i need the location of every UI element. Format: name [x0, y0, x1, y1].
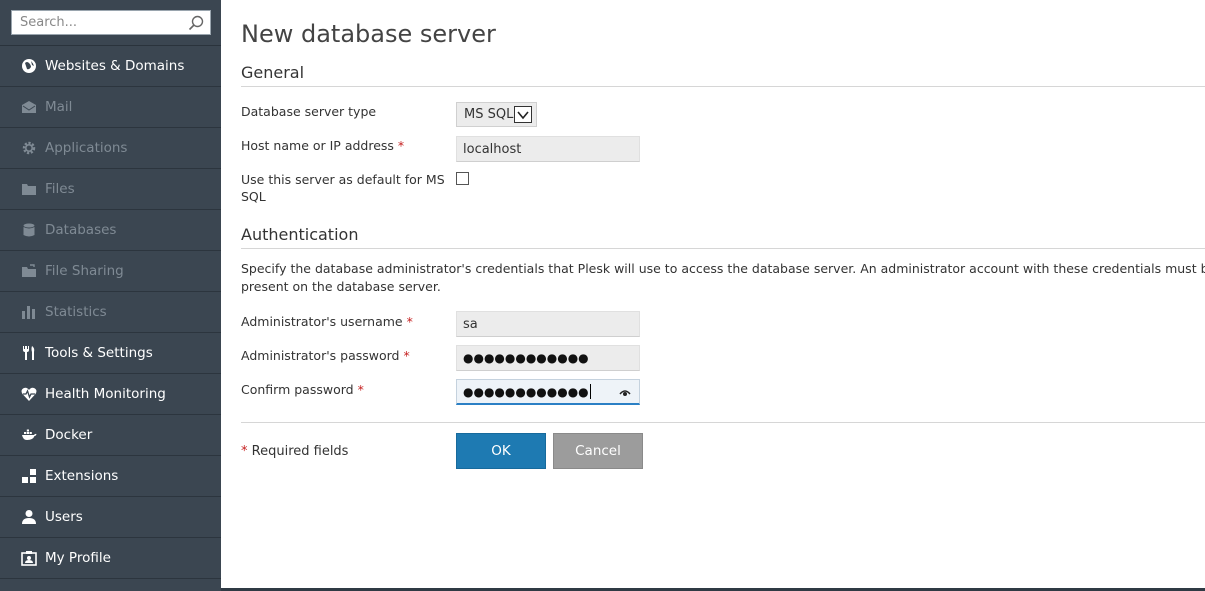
bar-chart-icon [20, 304, 37, 321]
form-footer-divider [241, 422, 1205, 423]
text-caret [589, 384, 591, 399]
user-icon [20, 509, 37, 526]
username-value: sa [463, 316, 478, 332]
default-server-checkbox[interactable] [456, 172, 469, 185]
eye-icon[interactable] [619, 387, 631, 397]
sidebar-item-label: Websites & Domains [45, 58, 185, 74]
required-fields-note: * Required fields [241, 443, 348, 460]
file-sharing-icon [20, 263, 37, 280]
sidebar-item-label: Users [45, 509, 83, 525]
sidebar-item-extensions[interactable]: Extensions [0, 456, 221, 497]
sidebar-item-applications[interactable]: Applications [0, 128, 221, 169]
confirm-password-label-text: Confirm password [241, 382, 354, 397]
sidebar-item-users[interactable]: Users [0, 497, 221, 538]
sidebar: Websites & Domains Mail Applications Fil… [0, 0, 221, 591]
sidebar-item-tools-settings[interactable]: Tools & Settings [0, 333, 221, 374]
confirm-password-input[interactable]: ●●●●●●●●●●●● [456, 379, 640, 405]
default-server-label: Use this server as default for MS SQL [241, 172, 445, 204]
username-label-text: Administrator's username [241, 314, 403, 329]
chevron-down-icon[interactable] [514, 106, 532, 123]
sidebar-item-label: Applications [45, 140, 128, 156]
gear-icon [20, 140, 37, 157]
section-divider [241, 248, 1205, 249]
password-label: Administrator's password * [241, 347, 410, 364]
sidebar-item-label: Databases [45, 222, 117, 238]
host-label: Host name or IP address * [241, 137, 404, 154]
section-title-authentication: Authentication [241, 225, 359, 244]
confirm-password-label: Confirm password * [241, 381, 364, 398]
section-title-general: General [241, 63, 305, 82]
search-input[interactable] [12, 11, 210, 34]
extensions-icon [20, 468, 37, 485]
sidebar-search-area [0, 0, 221, 46]
password-label-text: Administrator's password [241, 348, 400, 363]
profile-icon [20, 550, 37, 567]
tools-icon [20, 345, 37, 362]
sidebar-item-label: Tools & Settings [45, 345, 153, 361]
auth-description: Specify the database administrator's cre… [241, 261, 1205, 294]
page-title: New database server [241, 20, 496, 48]
server-type-value: MS SQL [464, 107, 514, 122]
host-value: localhost [463, 141, 522, 157]
sidebar-item-databases[interactable]: Databases [0, 210, 221, 251]
section-divider [241, 86, 1205, 87]
sidebar-item-label: Extensions [45, 468, 119, 484]
sidebar-item-label: File Sharing [45, 263, 124, 279]
sidebar-item-websites-domains[interactable]: Websites & Domains [0, 46, 221, 87]
sidebar-item-label: Files [45, 181, 75, 197]
globe-icon [20, 58, 37, 75]
required-fields-text: Required fields [251, 444, 349, 459]
sidebar-item-mail[interactable]: Mail [0, 87, 221, 128]
cancel-button[interactable]: Cancel [553, 433, 643, 469]
main-content: New database server General Database ser… [221, 0, 1205, 588]
required-marker: * [406, 314, 413, 329]
sidebar-item-file-sharing[interactable]: File Sharing [0, 251, 221, 292]
password-value: ●●●●●●●●●●●● [463, 351, 589, 365]
required-marker: * [403, 348, 410, 363]
password-input[interactable]: ●●●●●●●●●●●● [456, 345, 640, 371]
username-label: Administrator's username * [241, 313, 413, 330]
search-box[interactable] [11, 10, 211, 35]
required-marker: * [241, 444, 248, 459]
heart-pulse-icon [20, 386, 37, 403]
required-marker: * [397, 138, 405, 153]
sidebar-item-label: Health Monitoring [45, 386, 166, 402]
sidebar-item-statistics[interactable]: Statistics [0, 292, 221, 333]
required-marker: * [357, 382, 364, 397]
host-label-text: Host name or IP address [241, 138, 394, 153]
host-input[interactable]: localhost [456, 136, 640, 162]
folder-icon [20, 181, 37, 198]
sidebar-item-label: My Profile [45, 550, 111, 566]
sidebar-item-health-monitoring[interactable]: Health Monitoring [0, 374, 221, 415]
sidebar-item-label: Docker [45, 427, 93, 443]
sidebar-item-label: Mail [45, 99, 73, 115]
docker-icon [20, 427, 37, 444]
search-icon[interactable] [188, 15, 204, 31]
username-input[interactable]: sa [456, 311, 640, 337]
sidebar-item-label: Statistics [45, 304, 107, 320]
server-type-label: Database server type [241, 104, 377, 119]
ok-button[interactable]: OK [456, 433, 546, 469]
sidebar-item-docker[interactable]: Docker [0, 415, 221, 456]
sidebar-item-my-profile[interactable]: My Profile [0, 538, 221, 579]
mail-icon [20, 99, 37, 116]
database-icon [20, 222, 37, 239]
confirm-password-value: ●●●●●●●●●●●● [463, 384, 589, 399]
server-type-select[interactable]: MS SQL [456, 102, 537, 127]
sidebar-item-files[interactable]: Files [0, 169, 221, 210]
